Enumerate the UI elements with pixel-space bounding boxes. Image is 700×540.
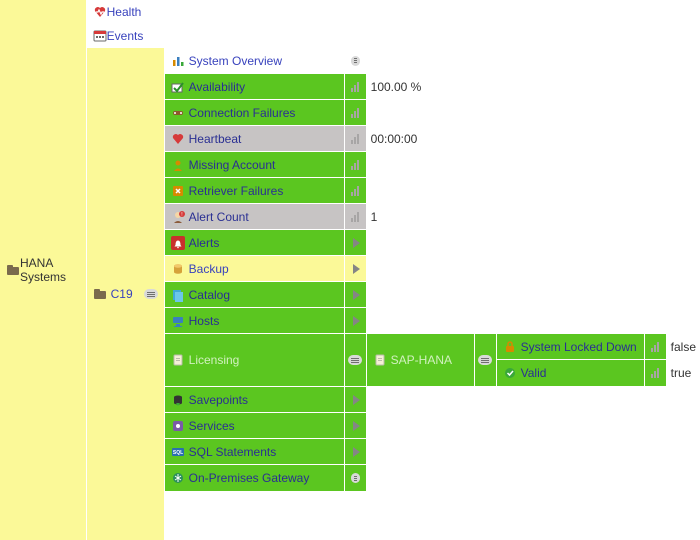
expand[interactable] <box>345 230 367 255</box>
row-heartbeat[interactable]: Heartbeat <box>165 126 345 151</box>
health-link[interactable]: Health <box>107 5 142 19</box>
row-services[interactable]: Services <box>165 413 345 438</box>
list-icon <box>144 289 158 299</box>
row-valid[interactable]: Valid <box>497 360 645 386</box>
row-system-overview[interactable]: System Overview <box>165 48 345 73</box>
locked-down-value: false <box>667 334 700 359</box>
chart-toggle[interactable] <box>345 178 367 203</box>
expand[interactable] <box>345 256 367 281</box>
license-icon <box>171 353 185 367</box>
valid-icon <box>503 366 517 380</box>
detail[interactable] <box>345 334 367 386</box>
row-alert-count[interactable]: Alert Count <box>165 204 345 229</box>
savepoints-icon <box>171 393 185 407</box>
row-catalog[interactable]: Catalog <box>165 282 345 307</box>
alert-count-value: 1 <box>367 204 384 229</box>
chart-toggle[interactable] <box>345 74 367 99</box>
expand[interactable] <box>345 282 367 307</box>
availability-value: 100.00 % <box>367 74 428 99</box>
events-link[interactable]: Events <box>107 29 144 43</box>
row-sql-statements[interactable]: SQL Statements <box>165 439 345 464</box>
row-system-locked-down[interactable]: System Locked Down <box>497 334 645 359</box>
root-label: HANA Systems <box>20 256 80 284</box>
health-item[interactable]: Health <box>87 0 700 24</box>
row-hosts[interactable]: Hosts <box>165 308 345 333</box>
gateway-icon <box>171 471 185 485</box>
chart-toggle[interactable] <box>645 334 667 359</box>
chart-toggle[interactable] <box>345 204 367 229</box>
bars-icon <box>351 82 359 92</box>
folder-icon <box>6 263 20 277</box>
lock-icon <box>503 340 517 354</box>
retriever-icon <box>171 184 185 198</box>
expand[interactable] <box>345 413 367 438</box>
license-icon <box>373 353 387 367</box>
catalog-icon <box>171 288 185 302</box>
row-missing-account[interactable]: Missing Account <box>165 152 345 177</box>
connection-icon <box>171 106 185 120</box>
detail[interactable] <box>475 334 497 386</box>
row-connection-failures[interactable]: Connection Failures <box>165 100 345 125</box>
row-retriever-failures[interactable]: Retriever Failures <box>165 178 345 203</box>
folder-icon <box>93 287 107 301</box>
row-availability[interactable]: Availability <box>165 74 345 99</box>
row-on-premises-gateway[interactable]: On-Premises Gateway <box>165 465 345 491</box>
row-backup[interactable]: Backup <box>165 256 345 281</box>
overview-icon <box>171 54 185 68</box>
calendar-icon <box>93 29 107 43</box>
check-icon <box>171 80 185 94</box>
row-sap-hana[interactable]: SAP-HANA <box>367 334 475 386</box>
heartbeat-value: 00:00:00 <box>367 126 424 151</box>
row-licensing[interactable]: Licensing <box>165 334 345 386</box>
alert-count-icon <box>171 210 185 224</box>
chevron-right-icon <box>353 238 360 248</box>
expand[interactable] <box>345 308 367 333</box>
chart-toggle[interactable] <box>345 126 367 151</box>
sql-icon <box>171 445 185 459</box>
row-savepoints[interactable]: Savepoints <box>165 387 345 412</box>
system-label[interactable]: C19 <box>111 287 133 301</box>
label[interactable]: System Overview <box>189 54 282 68</box>
chart-toggle[interactable] <box>345 100 367 125</box>
services-icon <box>171 419 185 433</box>
backup-icon <box>171 262 185 276</box>
row-alerts[interactable]: Alerts <box>165 230 345 255</box>
events-item[interactable]: Events <box>87 24 700 48</box>
valid-value: true <box>667 360 696 386</box>
expand[interactable] <box>345 387 367 412</box>
bell-icon <box>171 236 185 250</box>
health-icon <box>93 5 107 19</box>
hosts-icon <box>171 314 185 328</box>
system-node[interactable]: C19 <box>87 48 165 540</box>
root-node[interactable]: HANA Systems <box>0 0 87 540</box>
heart-icon <box>171 132 185 146</box>
chart-toggle[interactable] <box>345 152 367 177</box>
account-icon <box>171 158 185 172</box>
chart-toggle[interactable] <box>645 360 667 386</box>
expand[interactable] <box>345 439 367 464</box>
detail[interactable] <box>345 48 367 73</box>
detail[interactable] <box>345 465 367 491</box>
